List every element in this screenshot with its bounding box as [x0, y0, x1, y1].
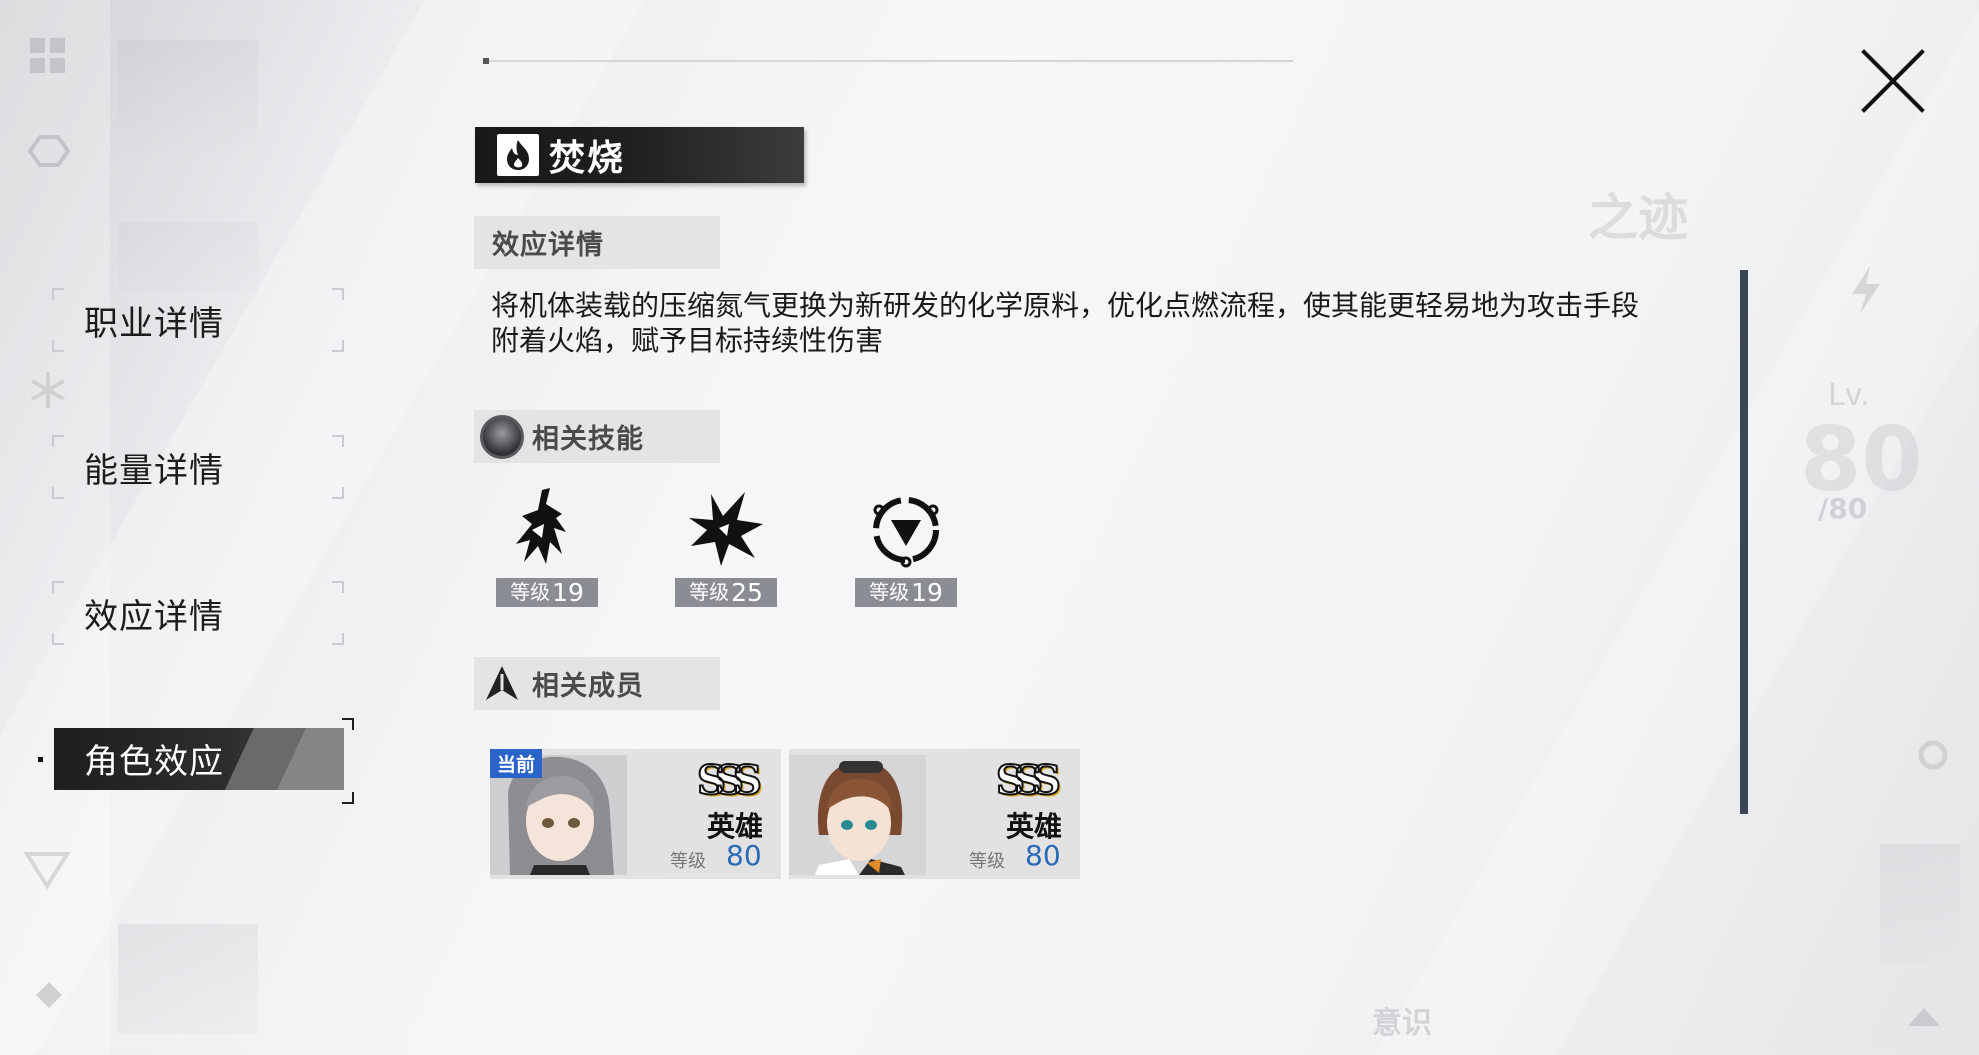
bg-level-value: 80 [1800, 408, 1923, 511]
skill-dash-icon [516, 488, 566, 564]
bg-bottom-label: 意识 [1372, 1006, 1432, 1041]
scrollbar[interactable] [1740, 270, 1748, 814]
grid-icon [30, 38, 65, 73]
bg-faded-title: 之迹 [1588, 189, 1688, 247]
skill-item[interactable]: 等级 19 [496, 484, 598, 607]
nav-item-class-details[interactable]: 职业详情 [52, 288, 344, 352]
effect-title-bar: 焚烧 [475, 127, 804, 183]
related-skills-header: 相关技能 [474, 410, 720, 463]
skill-item[interactable]: 等级 25 [675, 484, 777, 607]
member-level-value: 80 [1025, 839, 1061, 872]
skill-level-badge: 等级 25 [675, 578, 777, 607]
skill-triangle-icon [873, 497, 939, 568]
nav-item-character-effect[interactable]: 角色效应 [38, 718, 354, 804]
flame-icon [497, 134, 539, 176]
bg-level-sub: /80 [1818, 492, 1868, 525]
section-title: 效应详情 [492, 230, 604, 261]
bg-stripe [1375, 0, 1979, 1055]
current-badge: 当前 [490, 749, 543, 778]
skill-level-value: 25 [731, 578, 763, 607]
bg-portrait [118, 40, 258, 150]
effect-description: 将机体装载的压缩氮气更换为新研发的化学原料，优化点燃流程，使其能更轻易地为攻击手… [491, 288, 1701, 358]
hex-link-icon [27, 135, 71, 167]
member-card[interactable]: 当前 SSS 英雄 等级 80 [490, 749, 781, 879]
bg-portrait [118, 222, 258, 292]
lightning-icon [1852, 266, 1880, 314]
member-level-label: 等级 [670, 851, 706, 872]
background-layer: 之迹 Lv. 80 /80 意识 [0, 0, 1979, 1055]
member-level-label: 等级 [969, 851, 1005, 872]
skill-level-label: 等级 [510, 580, 551, 604]
member-card[interactable]: SSS 英雄 等级 80 [789, 749, 1080, 879]
bg-level-label: Lv. [1828, 378, 1870, 413]
triangle-ghost-icon [24, 852, 70, 890]
nav-item-effect-details[interactable]: 效应详情 [52, 581, 344, 645]
skill-level-label: 等级 [689, 580, 730, 604]
rank-sss: SSS [995, 756, 1062, 805]
description-line: 附着火焰，赋予目标持续性伤害 [491, 324, 884, 357]
skill-item[interactable]: 等级 19 [855, 484, 957, 607]
up-arrow-icon [1908, 1008, 1940, 1026]
bg-portrait [118, 924, 258, 1034]
section-title: 相关成员 [532, 671, 644, 702]
skill-burst-icon [689, 492, 763, 566]
skill-level-value: 19 [911, 578, 943, 607]
description-line: 将机体装载的压缩氮气更换为新研发的化学原料，优化点燃流程，使其能更轻易地为攻击手… [491, 289, 1640, 322]
active-indicator [38, 757, 43, 762]
class-emblem-icon [480, 662, 524, 706]
skill-level-badge: 等级 19 [855, 578, 957, 607]
header-divider [483, 58, 1293, 64]
rank-sss: SSS [696, 756, 763, 805]
effect-title: 焚烧 [549, 138, 626, 179]
member-portrait [789, 755, 926, 875]
character-avatar-icon [480, 414, 524, 459]
related-members-header: 相关成员 [474, 657, 720, 710]
skill-level-label: 等级 [869, 580, 910, 604]
section-title: 相关技能 [532, 424, 644, 455]
bg-portrait [1880, 844, 1960, 964]
diamond-icon [36, 982, 62, 1008]
nav-item-label: 能量详情 [84, 450, 224, 491]
skill-level-badge: 等级 19 [496, 578, 598, 607]
snowflake-icon [31, 372, 65, 408]
member-level-value: 80 [726, 839, 762, 872]
bg-left-column [0, 0, 110, 1055]
nav-item-label: 效应详情 [84, 596, 224, 637]
gear-icon [1918, 740, 1948, 770]
close-icon[interactable] [1856, 44, 1930, 118]
nav-item-label: 角色效应 [84, 741, 224, 782]
nav-item-label: 职业详情 [84, 303, 224, 344]
skill-level-value: 19 [552, 578, 584, 607]
nav-item-energy-details[interactable]: 能量详情 [52, 435, 344, 499]
effect-details-header: 效应详情 [474, 216, 720, 269]
